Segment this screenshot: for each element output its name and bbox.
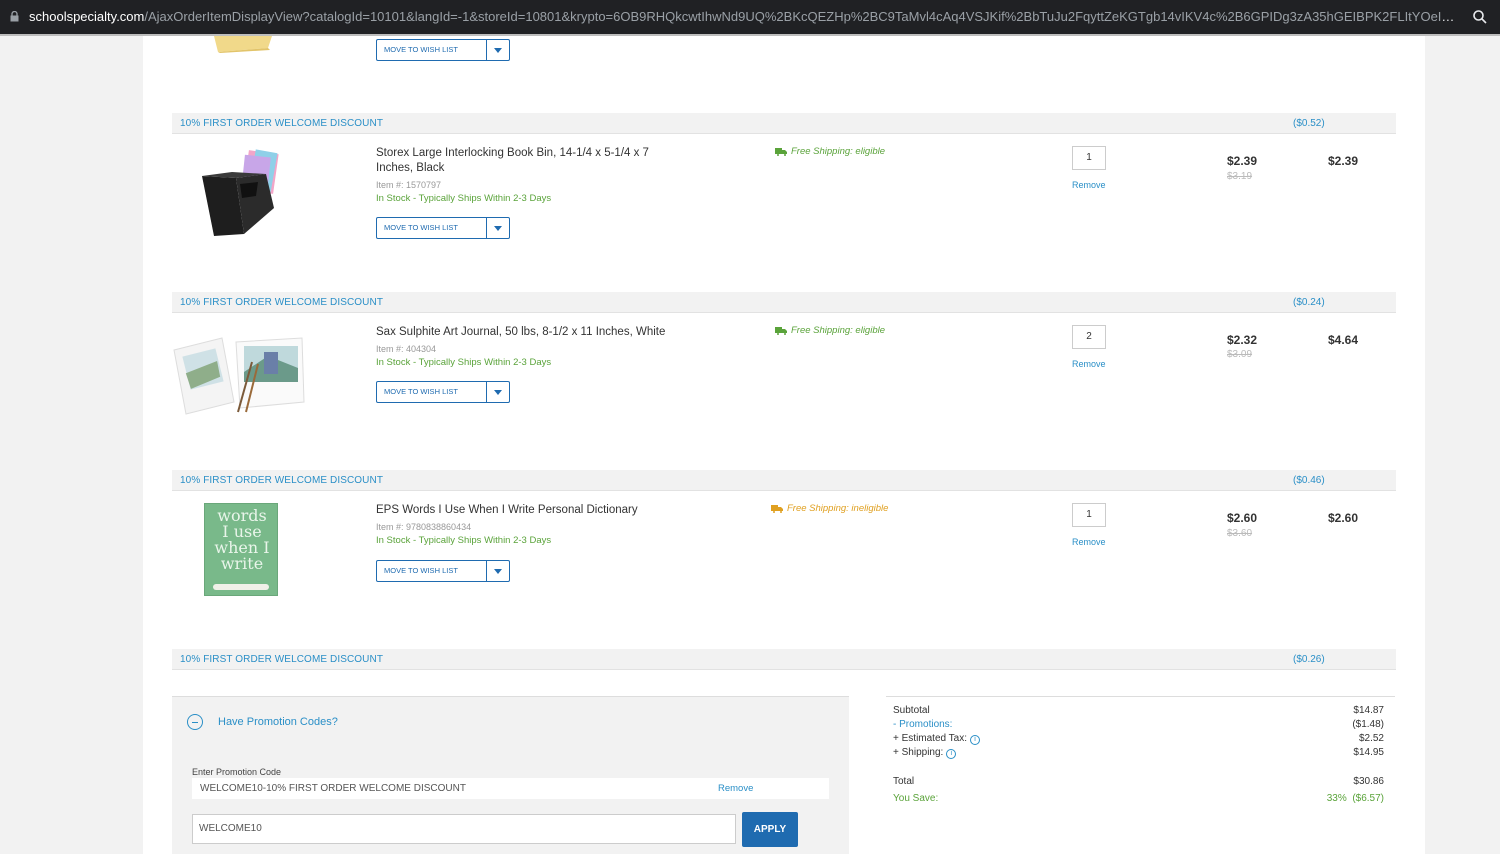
savings-amount: ($6.57) <box>1352 793 1384 804</box>
info-icon[interactable]: i <box>970 735 981 745</box>
tax-value: $2.52 <box>1358 733 1384 744</box>
quantity-input[interactable]: 1 <box>1072 146 1106 170</box>
shipping-label: + Shipping: <box>893 747 944 758</box>
truck-icon <box>771 505 783 513</box>
unit-price: $2.39 <box>1227 154 1258 168</box>
wish-list-label: MOVE TO WISH LIST <box>377 382 487 402</box>
shipping-value: $14.95 <box>1353 747 1384 758</box>
product-image-art-journal <box>172 332 308 416</box>
discount-bar: 10% FIRST ORDER WELCOME DISCOUNT ($0.52) <box>172 113 1396 134</box>
chevron-down-icon[interactable] <box>487 218 509 238</box>
url-path: /AjaxOrderItemDisplayView?catalogId=1010… <box>144 9 1459 24</box>
product-name[interactable]: Sax Sulphite Art Journal, 50 lbs, 8-1/2 … <box>376 325 676 340</box>
url-host: schoolspecialty.com <box>29 9 145 24</box>
savings-percent: 33% <box>1326 793 1347 804</box>
move-to-wish-list-button[interactable]: MOVE TO WISH LIST <box>376 381 510 403</box>
stock-status: In Stock - Typically Ships Within 2-3 Da… <box>376 193 552 204</box>
promo-header[interactable]: Have Promotion Codes? <box>218 716 338 728</box>
discount-bar: 10% FIRST ORDER WELCOME DISCOUNT ($0.26) <box>172 649 1396 670</box>
shipping-eligibility: Free Shipping: eligible <box>775 146 885 157</box>
subtotal-value: $14.87 <box>1353 705 1384 716</box>
total-value: $30.86 <box>1353 776 1384 787</box>
promo-code-input[interactable]: WELCOME10 <box>192 814 736 844</box>
wish-list-label: MOVE TO WISH LIST <box>377 218 487 238</box>
product-name[interactable]: Storex Large Interlocking Book Bin, 14-1… <box>376 146 666 176</box>
chevron-down-icon[interactable] <box>487 561 509 581</box>
discount-label: 10% FIRST ORDER WELCOME DISCOUNT <box>180 475 384 486</box>
item-number: Item #: 9780838860434 <box>376 522 472 532</box>
product-image-notes <box>212 36 274 53</box>
subtotal-label: Subtotal <box>893 705 930 716</box>
original-price: $3.19 <box>1227 171 1253 182</box>
quantity-input[interactable]: 2 <box>1072 325 1106 349</box>
promo-code-label: Enter Promotion Code <box>192 767 282 777</box>
savings-label: You Save: <box>893 793 939 804</box>
apply-button[interactable]: APPLY <box>742 812 798 847</box>
tax-label: + Estimated Tax: <box>893 733 968 744</box>
item-number: Item #: 1570797 <box>376 180 442 190</box>
shipping-eligibility: Free Shipping: eligible <box>775 325 885 336</box>
promotions-text: Promotions: <box>899 719 953 730</box>
stock-status: In Stock - Typically Ships Within 2-3 Da… <box>376 535 552 546</box>
search-icon[interactable] <box>1472 9 1488 25</box>
line-total: $2.60 <box>1328 511 1359 525</box>
discount-bar: 10% FIRST ORDER WELCOME DISCOUNT ($0.24) <box>172 292 1396 313</box>
remove-link[interactable]: Remove <box>1072 537 1106 547</box>
move-to-wish-list-button[interactable]: MOVE TO WISH LIST <box>376 560 510 582</box>
url-text[interactable]: schoolspecialty.com/AjaxOrderItemDisplay… <box>29 9 1459 24</box>
move-to-wish-list-button[interactable]: MOVE TO WISH LIST <box>376 39 510 61</box>
discount-amount: ($0.46) <box>1293 475 1325 486</box>
discount-amount: ($0.52) <box>1293 118 1325 129</box>
order-summary: Subtotal $14.87 - Promotions: ($1.48) + … <box>886 696 1395 854</box>
shipping-text: Free Shipping: eligible <box>791 325 886 336</box>
discount-label: 10% FIRST ORDER WELCOME DISCOUNT <box>180 297 384 308</box>
collapse-icon[interactable] <box>187 714 203 730</box>
discount-amount: ($0.24) <box>1293 297 1325 308</box>
remove-link[interactable]: Remove <box>1072 180 1106 190</box>
truck-icon <box>775 327 787 335</box>
product-image-book-bin <box>196 148 286 240</box>
promotions-label[interactable]: - Promotions: <box>893 719 952 730</box>
quantity-input[interactable]: 1 <box>1072 503 1106 527</box>
discount-bar: 10% FIRST ORDER WELCOME DISCOUNT ($0.46) <box>172 470 1396 491</box>
promotions-value: ($1.48) <box>1352 719 1384 730</box>
item-number: Item #: 404304 <box>376 344 437 354</box>
unit-price: $2.32 <box>1227 333 1258 347</box>
line-total: $4.64 <box>1328 333 1359 347</box>
total-label: Total <box>893 776 915 787</box>
applied-promo: WELCOME10-10% FIRST ORDER WELCOME DISCOU… <box>192 778 829 799</box>
book-cover-word: write <box>220 554 264 573</box>
original-price: $3.60 <box>1227 528 1253 539</box>
product-image-dictionary: words I use when I write <box>204 503 278 596</box>
chevron-down-icon[interactable] <box>487 382 509 402</box>
promo-panel: Have Promotion Codes? Enter Promotion Co… <box>172 696 849 854</box>
shipping-text: Free Shipping: eligible <box>791 146 886 157</box>
product-name[interactable]: EPS Words I Use When I Write Personal Di… <box>376 503 676 518</box>
remove-promo-link[interactable]: Remove <box>718 783 753 794</box>
pencil-graphic <box>213 584 269 590</box>
line-total: $2.39 <box>1328 154 1359 168</box>
discount-amount: ($0.26) <box>1293 654 1325 665</box>
discount-label: 10% FIRST ORDER WELCOME DISCOUNT <box>180 118 384 129</box>
discount-label: 10% FIRST ORDER WELCOME DISCOUNT <box>180 654 384 665</box>
original-price: $3.09 <box>1227 349 1253 360</box>
applied-promo-code: WELCOME10-10% FIRST ORDER WELCOME DISCOU… <box>200 783 466 794</box>
chevron-down-icon[interactable] <box>487 40 509 60</box>
truck-icon <box>775 148 787 156</box>
info-icon[interactable]: i <box>946 749 957 759</box>
wish-list-label: MOVE TO WISH LIST <box>377 40 487 60</box>
stock-status: In Stock - Typically Ships Within 2-3 Da… <box>376 357 552 368</box>
lock-icon <box>10 11 19 22</box>
remove-link[interactable]: Remove <box>1072 359 1106 369</box>
unit-price: $2.60 <box>1227 511 1258 525</box>
shipping-eligibility: Free Shipping: ineligible <box>771 503 888 514</box>
address-bar[interactable]: schoolspecialty.com/AjaxOrderItemDisplay… <box>0 0 1500 36</box>
shipping-text: Free Shipping: ineligible <box>787 503 889 514</box>
wish-list-label: MOVE TO WISH LIST <box>377 561 487 581</box>
move-to-wish-list-button[interactable]: MOVE TO WISH LIST <box>376 217 510 239</box>
